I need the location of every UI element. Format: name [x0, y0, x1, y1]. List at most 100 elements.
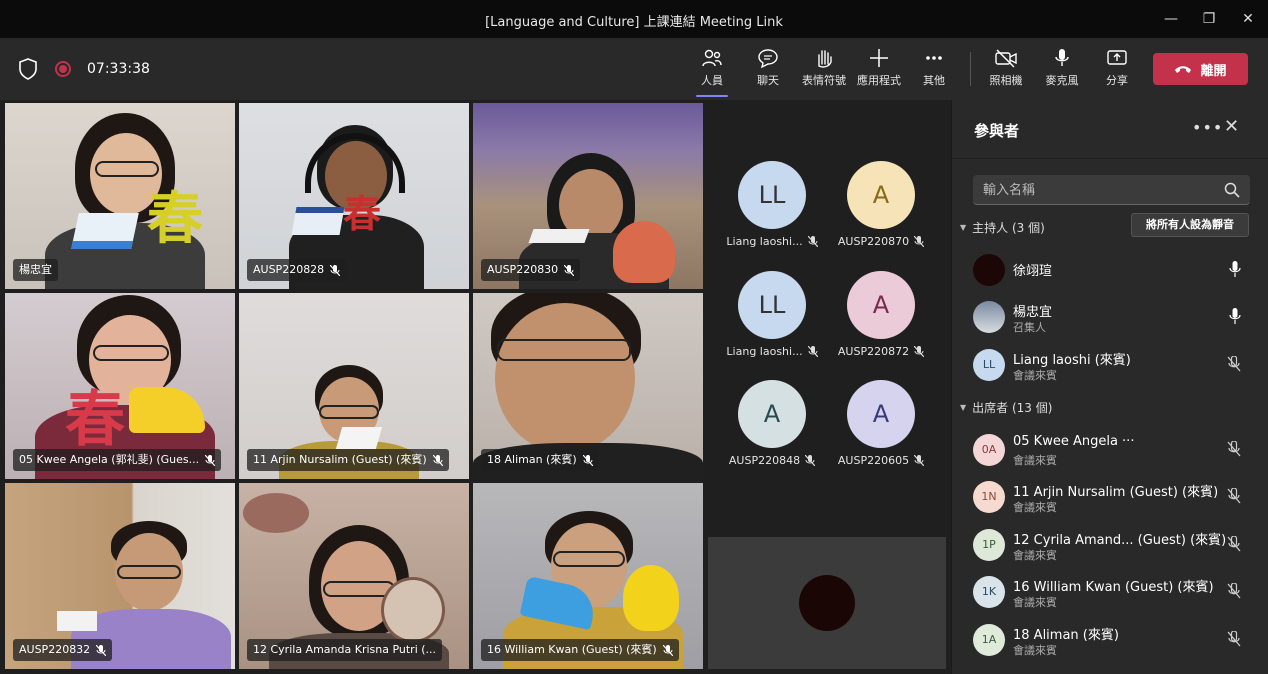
- participant-name: 18 Aliman (來賓): [1013, 628, 1119, 643]
- mute-all-button[interactable]: 將所有人設為靜音: [1131, 213, 1249, 237]
- avatar-label: AUSP220605: [837, 454, 910, 467]
- participant-row[interactable]: 1N 11 Arjin Nursalim (Guest) (來賓) 會議來賓: [973, 477, 1253, 517]
- participant-role: 會議來賓: [1013, 369, 1057, 382]
- window-title: [Language and Culture] 上課連結 Meeting Link: [485, 15, 783, 30]
- tile-name-tag: 05 Kwee Angela (郭礼斐) (Gues...: [13, 449, 222, 471]
- video-tile[interactable]: 16 William Kwan (Guest) (來賓): [473, 483, 703, 669]
- avatar-tile[interactable]: LL Liang laoshi...: [722, 161, 822, 248]
- chat-label: 聊天: [757, 74, 779, 87]
- video-tile[interactable]: 12 Cyrila Amanda Krisna Putri (...: [239, 483, 469, 669]
- self-avatar: [799, 575, 855, 631]
- more-button[interactable]: 其他: [904, 48, 964, 94]
- participant-name: 11 Arjin Nursalim (Guest) (來賓): [1013, 485, 1219, 500]
- avatar-gallery: LL Liang laoshi... A AUSP220870 LL Liang…: [708, 100, 950, 535]
- avatar: A: [847, 380, 915, 448]
- participant-row[interactable]: 1A 18 Aliman (來賓) 會議來賓: [973, 620, 1253, 660]
- panel-close-icon[interactable]: ✕: [1224, 116, 1239, 137]
- tile-name-tag: AUSP220830: [481, 259, 581, 281]
- participant-name: 徐翊瑄: [1013, 264, 1053, 279]
- participant-name: 12 Cyrila Amand... (Guest) (來賓): [1013, 533, 1227, 548]
- avatar-tile[interactable]: LL Liang laoshi...: [722, 271, 822, 358]
- attendees-header-label: 出席者 (13 個): [972, 401, 1053, 415]
- video-tile[interactable]: 18 Aliman (來賓): [473, 293, 703, 479]
- participant-row[interactable]: 0A 05 Kwee Angela ··· 會議來賓: [973, 430, 1253, 470]
- hang-up-icon: [1175, 66, 1192, 73]
- tile-name-tag: 18 Aliman (來賓): [481, 449, 599, 471]
- leave-button[interactable]: 離開: [1153, 53, 1248, 85]
- more-label: 其他: [923, 74, 945, 87]
- avatar-tile[interactable]: A AUSP220870: [831, 161, 931, 248]
- tile-name-tag: AUSP220828: [247, 259, 347, 281]
- self-view[interactable]: [708, 537, 946, 669]
- plus-icon: [870, 49, 888, 67]
- participant-role: 會議來賓: [1013, 501, 1057, 514]
- participant-row[interactable]: 1P 12 Cyrila Amand... (Guest) (來賓) 會議來賓: [973, 525, 1253, 565]
- participant-search[interactable]: [973, 175, 1250, 205]
- leave-label: 離開: [1200, 63, 1227, 79]
- apps-button[interactable]: 應用程式: [849, 48, 909, 94]
- mic-muted-icon: [914, 455, 925, 466]
- mic-muted-icon: [914, 346, 925, 357]
- people-button[interactable]: 人員: [682, 48, 742, 97]
- participant-name: 楊忠宜: [1013, 305, 1053, 320]
- microphone-icon: [1229, 308, 1241, 324]
- avatar: LL: [738, 271, 806, 339]
- participant-row[interactable]: 楊忠宜 召集人: [973, 297, 1253, 337]
- meeting-toolbar: 07:33:38 人員 聊天 表情符號 應用程式 其他 照相機 麥克風 分享 離…: [0, 38, 1268, 100]
- participant-name: Liang laoshi (來賓): [1013, 353, 1131, 368]
- video-tile[interactable]: 11 Arjin Nursalim (Guest) (來賓): [239, 293, 469, 479]
- mic-label: 麥克風: [1045, 74, 1079, 87]
- avatar-tile[interactable]: A AUSP220872: [831, 271, 931, 358]
- video-tile[interactable]: 春 05 Kwee Angela (郭礼斐) (Gues...: [5, 293, 235, 479]
- avatar-label: AUSP220870: [837, 235, 910, 248]
- reactions-button[interactable]: 表情符號: [794, 48, 854, 94]
- video-tile[interactable]: AUSP220830: [473, 103, 703, 289]
- chat-button[interactable]: 聊天: [738, 48, 798, 94]
- maximize-button[interactable]: ❐: [1198, 8, 1220, 30]
- minimize-button[interactable]: —: [1160, 8, 1182, 30]
- mic-muted-icon: [1227, 631, 1241, 647]
- mic-button[interactable]: 麥克風: [1032, 48, 1092, 94]
- avatar: 1A: [973, 624, 1005, 656]
- avatar-tile[interactable]: A AUSP220848: [722, 380, 822, 467]
- video-tile[interactable]: 春 楊忠宜: [5, 103, 235, 289]
- video-tile[interactable]: 春 AUSP220828: [239, 103, 469, 289]
- panel-title: 參與者: [974, 122, 1020, 140]
- people-icon: [702, 49, 722, 67]
- search-input[interactable]: [983, 181, 1213, 199]
- hosts-section-header[interactable]: ▼ 主持人 (3 個): [960, 219, 1045, 236]
- microphone-icon: [1229, 261, 1241, 277]
- search-icon[interactable]: [1224, 182, 1240, 198]
- avatar: A: [847, 271, 915, 339]
- video-tile[interactable]: AUSP220832: [5, 483, 235, 669]
- close-window-button[interactable]: ✕: [1237, 8, 1259, 30]
- participant-role: 會議來賓: [1013, 454, 1057, 467]
- participant-name: 16 William Kwan (Guest) (來賓): [1013, 580, 1214, 595]
- toolbar-divider: [970, 52, 971, 86]
- avatar-label: AUSP220872: [837, 345, 910, 358]
- share-tray-icon: [1107, 50, 1127, 65]
- participant-row[interactable]: 徐翊瑄: [973, 250, 1253, 290]
- mic-muted-icon: [96, 644, 107, 656]
- shield-icon[interactable]: [18, 58, 38, 80]
- avatar-label: AUSP220848: [728, 454, 801, 467]
- share-button[interactable]: 分享: [1087, 48, 1147, 94]
- panel-more-icon[interactable]: •••: [1192, 118, 1223, 137]
- microphone-icon: [1055, 49, 1069, 66]
- participant-row[interactable]: LL Liang laoshi (來賓) 會議來賓: [973, 345, 1253, 385]
- avatar-label: Liang laoshi...: [726, 345, 803, 358]
- mic-muted-icon: [805, 455, 816, 466]
- avatar: A: [847, 161, 915, 229]
- camera-button[interactable]: 照相機: [976, 48, 1036, 94]
- avatar: A: [738, 380, 806, 448]
- avatar: 0A: [973, 434, 1005, 466]
- recording-icon: [55, 61, 71, 77]
- more-icon: [926, 56, 942, 60]
- hosts-header-label: 主持人 (3 個): [972, 221, 1045, 235]
- mic-muted-icon: [1227, 441, 1241, 457]
- mic-muted-icon: [1227, 488, 1241, 504]
- tile-name-tag: 12 Cyrila Amanda Krisna Putri (...: [247, 639, 443, 661]
- participant-row[interactable]: 1K 16 William Kwan (Guest) (來賓) 會議來賓: [973, 572, 1253, 612]
- attendees-section-header[interactable]: ▼ 出席者 (13 個): [960, 399, 1052, 416]
- avatar-tile[interactable]: A AUSP220605: [831, 380, 931, 467]
